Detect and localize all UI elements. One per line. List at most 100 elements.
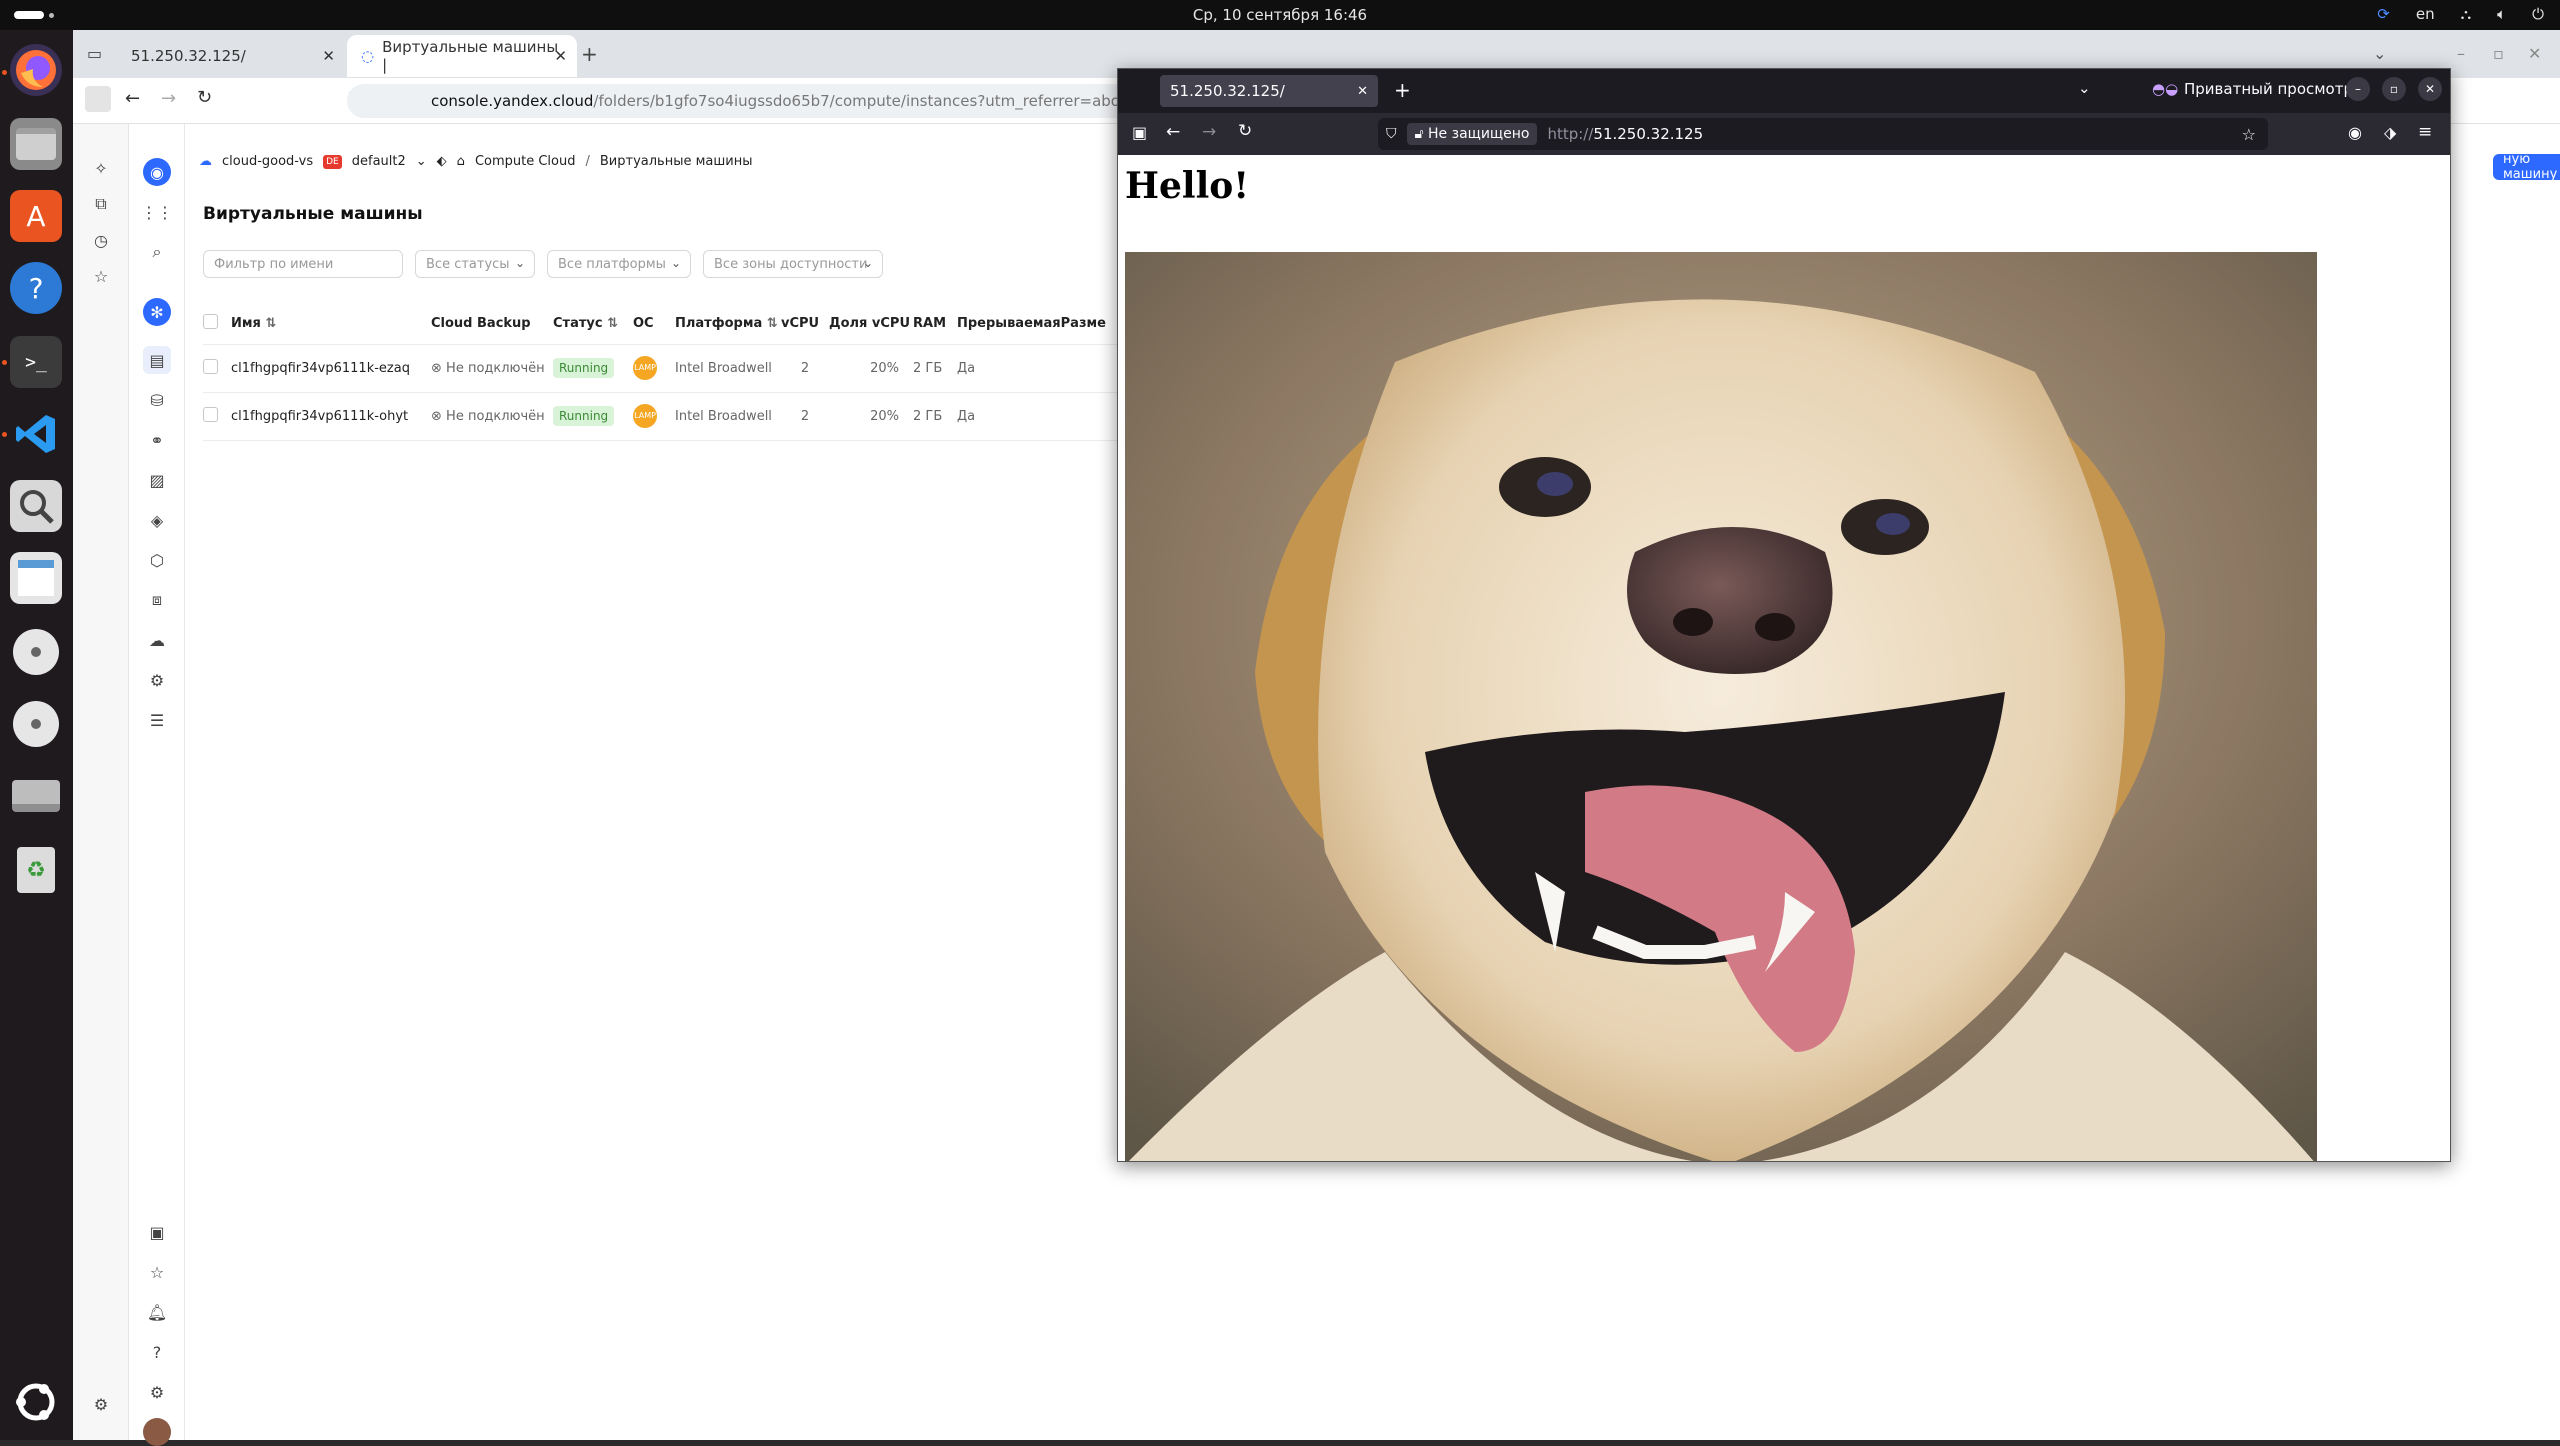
layers-icon[interactable]: ◈	[143, 506, 171, 534]
forward-icon[interactable]: →	[161, 88, 176, 109]
disc-icon[interactable]	[10, 626, 62, 678]
zone-filter-select[interactable]: Все зоны доступности ⌄	[703, 250, 883, 278]
images-icon[interactable]: ▨	[143, 466, 171, 494]
disks-icon[interactable]: ⛁	[143, 386, 171, 414]
sync-icon[interactable]: ⟳	[2377, 5, 2390, 23]
breadcrumb-service[interactable]: Compute Cloud	[475, 154, 576, 169]
help-icon[interactable]: ?	[143, 1338, 171, 1366]
text-editor-icon[interactable]	[10, 552, 62, 604]
column-status[interactable]: Статус	[553, 316, 603, 331]
show-apps-icon[interactable]	[10, 1376, 62, 1428]
tab-list-icon[interactable]: ⌄	[2373, 44, 2386, 63]
close-icon[interactable]: ✕	[1357, 84, 1368, 99]
ff-address-bar[interactable]: ⛉ 🔓︎ Не защищено http://51.250.32.125 ☆	[1378, 118, 2268, 150]
row-checkbox[interactable]	[203, 406, 218, 422]
breadcrumb-cloud[interactable]: cloud-good-vs	[222, 154, 313, 169]
maximize-icon[interactable]: ▫	[2493, 44, 2504, 63]
home-icon[interactable]: ⌂	[457, 154, 465, 169]
minimize-icon[interactable]: –	[2346, 77, 2370, 101]
close-icon[interactable]: ✕	[554, 47, 567, 65]
ff-tab-ip[interactable]: 51.250.32.125/ ✕	[1160, 75, 1378, 107]
reload-icon[interactable]: ↻	[197, 87, 212, 108]
tabs-icon[interactable]: ⧉	[87, 190, 115, 218]
terminal-icon[interactable]: >_	[10, 336, 62, 388]
security-indicator[interactable]: 🔓︎ Не защищено	[1406, 123, 1538, 145]
new-tab-icon[interactable]: +	[1394, 78, 1411, 102]
select-all-checkbox[interactable]	[203, 314, 218, 330]
terminal-icon[interactable]: ▣	[143, 1218, 171, 1246]
tab-virtual-machines[interactable]: ◌ Виртуальные машины | ✕	[347, 35, 577, 77]
create-vm-button[interactable]: ную машину	[2493, 152, 2560, 182]
compute-cloud-icon[interactable]: ✻	[143, 298, 171, 326]
sidebar-toggle-icon[interactable]	[85, 86, 111, 112]
back-icon[interactable]: ←	[125, 88, 140, 109]
vm-name-link[interactable]: cl1fhgpqfir34vp6111k-ohyt	[231, 409, 408, 424]
network-icon[interactable]: ⛬	[2461, 5, 2472, 23]
minimize-icon[interactable]: –	[2457, 44, 2465, 63]
disc-icon[interactable]	[10, 698, 62, 750]
sort-icon[interactable]: ⇅	[767, 316, 778, 331]
tab-list-icon[interactable]: ⌄	[2078, 79, 2091, 97]
system-tray[interactable]: ⟳ en ⛬ 🔈︎ ⏻	[2377, 5, 2544, 23]
sidebar-icon[interactable]: ▣	[1132, 123, 1147, 142]
forward-icon[interactable]: →	[1202, 122, 1216, 142]
extensions-icon[interactable]: ⬗	[2384, 123, 2396, 142]
ai-assistant-icon[interactable]: ✧	[87, 154, 115, 182]
search-tool-icon[interactable]	[10, 480, 62, 532]
volume-icon[interactable]: 🔈︎	[2497, 5, 2506, 23]
services-icon[interactable]: ⬖	[437, 154, 447, 169]
shield-icon[interactable]: ⛉	[1386, 126, 1397, 142]
sort-icon[interactable]: ⇅	[265, 316, 276, 331]
new-tab-icon[interactable]: +	[581, 42, 598, 66]
tab-search-icon[interactable]: ▭	[87, 44, 102, 63]
clock[interactable]: Ср, 10 сентября 16:46	[0, 6, 2560, 24]
help-icon[interactable]: ?	[10, 262, 62, 314]
account-icon[interactable]: ◉	[2348, 123, 2362, 142]
tab-ip[interactable]: 51.250.32.125/ ✕	[117, 35, 345, 77]
status-filter-select[interactable]: Все статусы ⌄	[415, 250, 535, 278]
bookmarks-icon[interactable]: ☆	[87, 262, 115, 290]
vm-list-icon[interactable]: ▤	[143, 346, 171, 374]
close-window-icon[interactable]: ✕	[2418, 77, 2442, 101]
keyboard-layout[interactable]: en	[2416, 5, 2435, 23]
column-platform[interactable]: Платформа	[675, 316, 762, 331]
placement-icon[interactable]: ⚙	[143, 666, 171, 694]
vm-name-link[interactable]: cl1fhgpqfir34vp6111k-ezaq	[231, 361, 410, 376]
snapshots-icon[interactable]: ⧈	[143, 586, 171, 614]
row-checkbox[interactable]	[203, 358, 218, 374]
column-name[interactable]: Имя	[231, 316, 261, 331]
chevron-down-icon[interactable]: ⌄	[416, 154, 427, 169]
favorites-icon[interactable]: ☆	[143, 1258, 171, 1286]
backup-icon[interactable]: ☁	[143, 626, 171, 654]
avatar[interactable]	[143, 1418, 171, 1446]
app-center-icon[interactable]: A	[10, 190, 62, 242]
close-window-icon[interactable]: ✕	[2528, 44, 2541, 63]
trash-icon[interactable]: ♻	[10, 844, 62, 896]
power-icon[interactable]: ⏻	[2532, 5, 2544, 23]
reload-icon[interactable]: ↻	[1238, 121, 1252, 141]
services-grid-icon[interactable]: ⋮⋮	[141, 198, 173, 226]
compute-logo-icon[interactable]: ◉	[143, 158, 171, 186]
settings-icon[interactable]: ⚙	[87, 1390, 115, 1418]
table-row[interactable]: cl1fhgpqfir34vp6111k-ohyt ⊗ Не подключён…	[203, 392, 1121, 441]
network-icon[interactable]: ⚭	[143, 426, 171, 454]
notifications-icon[interactable]: 🔔︎	[143, 1298, 171, 1326]
menu-icon[interactable]: ≡	[2418, 122, 2432, 142]
platform-filter-select[interactable]: Все платформы ⌄	[547, 250, 691, 278]
settings-icon[interactable]: ⚙	[143, 1378, 171, 1406]
history-icon[interactable]: ◷	[87, 226, 115, 254]
drive-icon[interactable]	[10, 770, 62, 822]
name-filter-input[interactable]: Фильтр по имени	[203, 250, 403, 278]
instance-groups-icon[interactable]: ⬡	[143, 546, 171, 574]
close-icon[interactable]: ✕	[322, 47, 335, 65]
back-icon[interactable]: ←	[1166, 122, 1180, 142]
maximize-icon[interactable]: ▫	[2382, 77, 2406, 101]
vscode-icon[interactable]	[10, 408, 62, 460]
breadcrumb-folder[interactable]: default2	[352, 154, 406, 169]
address-bar[interactable]: console.yandex.cloud/folders/b1gfo7so4iu…	[347, 84, 1207, 118]
files-icon[interactable]	[10, 118, 62, 170]
firefox-icon[interactable]	[10, 44, 62, 96]
search-icon[interactable]: ⌕	[143, 238, 171, 266]
table-row[interactable]: cl1fhgpqfir34vp6111k-ezaq ⊗ Не подключён…	[203, 344, 1121, 393]
bookmark-star-icon[interactable]: ☆	[2242, 125, 2256, 144]
